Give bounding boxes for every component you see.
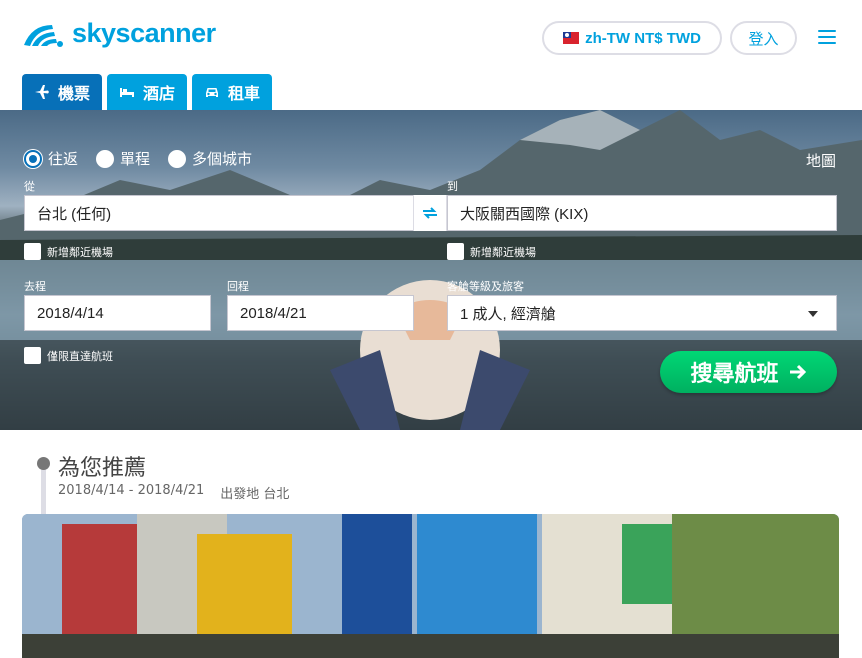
depart-date-input[interactable]: 2018/4/14 [24, 295, 211, 331]
osaka-city-photo [22, 514, 839, 658]
radio-return-dot [24, 149, 42, 168]
search-hero: 往返 單程 多個城市 地圖 從 台北 (任何) 到 大阪關西國際 (KIX) 新… [0, 110, 862, 430]
tab-car-hire-label: 租車 [228, 84, 261, 103]
recommended-title: 為您推薦 [58, 456, 147, 481]
recommended-subtitle: 2018/4/14 - 2018/4/21 出發地 台北 [58, 483, 289, 502]
depart-label: 去程 [24, 280, 46, 293]
search-flights-label: 搜尋航班 [690, 362, 779, 387]
tab-car-hire[interactable]: 租車 [192, 74, 273, 110]
radio-one-way[interactable]: 單程 [96, 148, 150, 169]
return-date-input[interactable]: 2018/4/21 [227, 295, 414, 331]
radio-multi-city-dot [168, 149, 187, 168]
bed-icon [120, 88, 135, 97]
map-link[interactable]: 地圖 [806, 150, 836, 171]
skyscanner-logo[interactable]: skyscanner [22, 18, 216, 49]
trip-type-selector: 往返 單程 多個城市 [24, 148, 252, 169]
radio-multi-city-label: 多個城市 [192, 150, 253, 168]
cabin-travellers-select[interactable]: 1 成人, 經濟艙 [447, 295, 837, 331]
arrow-right-icon [789, 364, 806, 380]
swap-button[interactable] [413, 195, 447, 231]
nearby-to-box [447, 243, 464, 260]
from-input[interactable]: 台北 (任何) [24, 195, 414, 231]
tab-hotels[interactable]: 酒店 [107, 74, 188, 110]
direct-only-checkbox[interactable]: 僅限直達航班 [24, 347, 113, 364]
cabin-label: 客艙等級及旅客 [447, 280, 524, 293]
recommended-dates: 2018/4/14 - 2018/4/21 [58, 483, 205, 498]
locale-currency-button[interactable]: zh-TW NT$ TWD [542, 21, 722, 55]
skyscanner-logo-icon [24, 24, 63, 47]
radio-one-way-dot [96, 149, 115, 168]
cabin-value: 1 成人, 經濟艙 [460, 305, 556, 323]
to-input[interactable]: 大阪關西國際 (KIX) [447, 195, 837, 231]
direct-only-label: 僅限直達航班 [47, 349, 113, 363]
from-label: 從 [24, 180, 35, 193]
nearby-from-checkbox[interactable]: 新增鄰近機場 [24, 243, 113, 260]
nearby-to-label: 新增鄰近機場 [470, 245, 536, 259]
nearby-from-box [24, 243, 41, 260]
tab-hotels-label: 酒店 [143, 84, 176, 103]
search-flights-button[interactable]: 搜尋航班 [660, 351, 837, 393]
car-icon [206, 88, 219, 97]
logo-text: skyscanner [72, 18, 216, 48]
nearby-to-checkbox[interactable]: 新增鄰近機場 [447, 243, 536, 260]
tab-flights-label: 機票 [58, 84, 91, 103]
radio-return[interactable]: 往返 [24, 148, 78, 169]
traveler-photo [330, 280, 530, 430]
radio-return-label: 往返 [48, 150, 79, 168]
return-label: 回程 [227, 280, 249, 293]
radio-one-way-label: 單程 [120, 150, 151, 168]
site-header: skyscanner zh-TW NT$ TWD 登入 機票 酒店 租車 [0, 0, 862, 110]
radio-multi-city[interactable]: 多個城市 [168, 148, 252, 169]
tab-flights[interactable]: 機票 [22, 74, 103, 110]
plane-icon [35, 85, 49, 99]
nearby-from-label: 新增鄰近機場 [47, 245, 113, 259]
direct-only-box [24, 347, 41, 364]
locale-label: zh-TW NT$ TWD [585, 29, 701, 47]
taiwan-flag-icon [563, 32, 580, 44]
recommended-destination-card[interactable] [22, 514, 839, 658]
timeline-dot [37, 457, 50, 470]
hamburger-menu-icon[interactable] [818, 30, 836, 44]
to-label: 到 [447, 180, 458, 193]
swap-arrows-icon [423, 207, 437, 219]
recommended-origin: 出發地 台北 [220, 487, 290, 502]
chevron-down-icon [808, 311, 818, 317]
login-button[interactable]: 登入 [730, 21, 797, 55]
product-tabs: 機票 酒店 租車 [22, 74, 273, 110]
